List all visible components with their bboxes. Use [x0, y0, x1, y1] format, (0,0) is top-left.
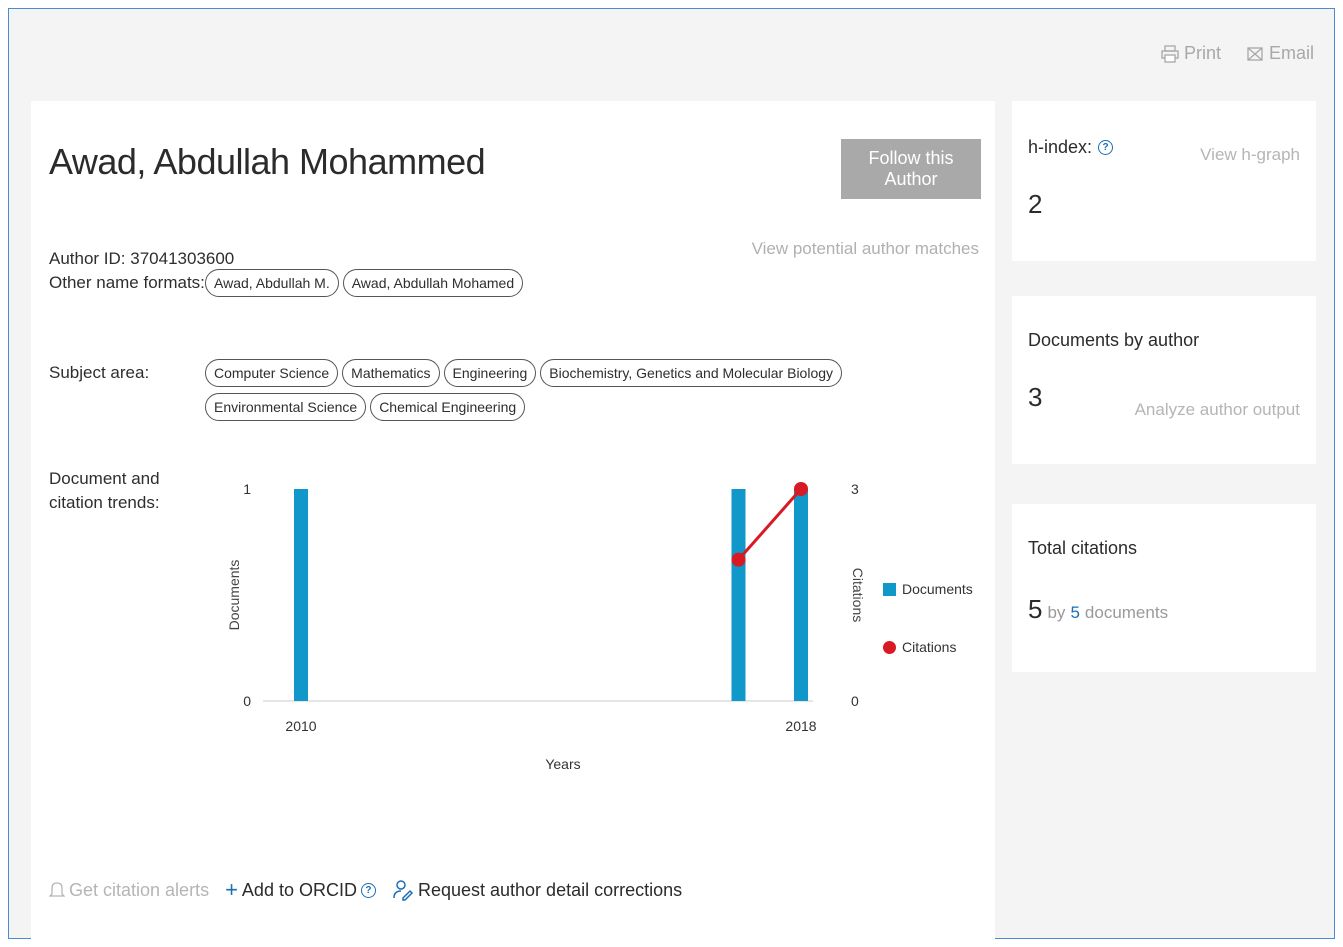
email-label: Email	[1268, 43, 1314, 63]
author-id: Author ID: 37041303600	[49, 249, 235, 268]
citations-value: 5	[1028, 594, 1043, 624]
chart-legend: Documents Citations	[883, 581, 973, 697]
top-actions: Print Email	[1160, 43, 1314, 64]
name-format-chip[interactable]: Awad, Abdullah Mohamed	[342, 269, 524, 297]
citations-docs-word: documents	[1084, 603, 1169, 622]
citations-docs-count[interactable]: 5	[1070, 603, 1079, 623]
profile-actions: Get citation alerts + Add to ORCID ? Req…	[49, 879, 682, 901]
print-button[interactable]: Print	[1160, 43, 1221, 64]
subject-chip[interactable]: Engineering	[443, 359, 537, 387]
trends-label-line1: Document and	[49, 469, 160, 488]
printer-icon	[1161, 44, 1179, 63]
h-index-title: h-index: ?	[1028, 137, 1114, 158]
page-frame: Print Email Awad, Abdullah Mohammed Foll…	[8, 8, 1335, 941]
y-right-axis-title: Citations	[850, 568, 866, 622]
legend-citations[interactable]: Citations	[883, 639, 973, 655]
citations-point	[731, 552, 746, 567]
request-corrections-link[interactable]: Request author detail corrections	[392, 879, 682, 901]
document-citation-chart: 1 0 3 0 Documents Citations 2010 2018 Years Docu…	[201, 461, 991, 791]
subject-chip[interactable]: Environmental Science	[205, 393, 367, 421]
documents-bar	[294, 489, 308, 701]
subject-chip[interactable]: Biochemistry, Genetics and Molecular Bio…	[540, 359, 843, 387]
x-tick-label: 2010	[285, 718, 316, 734]
y-left-tick-label: 0	[243, 693, 251, 709]
print-label: Print	[1183, 43, 1221, 63]
h-index-card: h-index: ? View h-graph 2	[1012, 101, 1316, 261]
author-profile-panel: Awad, Abdullah Mohammed Follow this Auth…	[31, 101, 995, 941]
add-to-orcid-link[interactable]: + Add to ORCID ?	[225, 877, 376, 902]
trends-label: Document and citation trends:	[49, 467, 160, 515]
citations-summary: 5 by 5 documents	[1028, 594, 1168, 625]
other-names-list: Awad, Abdullah M. Awad, Abdullah Mohamed	[205, 269, 985, 297]
user-edit-icon	[393, 880, 414, 901]
x-axis-title: Years	[545, 756, 580, 772]
documents-card: Documents by author 3 Analyze author out…	[1012, 296, 1316, 464]
orcid-label: Add to ORCID	[241, 879, 357, 900]
h-index-label: h-index:	[1028, 137, 1093, 157]
subject-area-list: Computer Science Mathematics Engineering…	[205, 359, 985, 421]
y-left-tick-label: 1	[243, 481, 251, 497]
documents-bar	[794, 489, 808, 701]
corrections-label: Request author detail corrections	[417, 879, 683, 900]
y-right-tick-label: 0	[851, 693, 859, 709]
legend-documents[interactable]: Documents	[883, 581, 973, 597]
documents-title: Documents by author	[1028, 330, 1200, 350]
other-names-label: Other name formats:	[49, 273, 205, 292]
legend-documents-label: Documents	[902, 581, 973, 597]
trends-label-line2: citation trends:	[49, 493, 160, 512]
citation-alerts-link[interactable]: Get citation alerts	[49, 880, 209, 901]
potential-matches-link[interactable]: View potential author matches	[752, 239, 979, 259]
y-left-axis-title: Documents	[226, 560, 242, 631]
citations-line	[737, 488, 803, 561]
documents-swatch	[883, 582, 896, 596]
bell-icon	[49, 882, 65, 897]
citations-card: Total citations 5 by 5 documents	[1012, 504, 1316, 672]
subject-chip[interactable]: Computer Science	[205, 359, 339, 387]
documents-bar	[731, 489, 746, 701]
h-index-value: 2	[1028, 189, 1043, 219]
trend-chart-svg: 1 0 3 0 Documents Citations 2010 2018 Years	[226, 481, 866, 772]
citation-alerts-label: Get citation alerts	[69, 879, 210, 900]
legend-citations-label: Citations	[902, 639, 957, 655]
plus-icon: +	[225, 877, 238, 902]
subject-area-label: Subject area:	[49, 363, 150, 382]
analyze-output-link[interactable]: Analyze author output	[1135, 400, 1300, 420]
citations-by: by	[1047, 603, 1066, 622]
citations-point	[794, 482, 808, 496]
view-h-graph-link[interactable]: View h-graph	[1200, 145, 1300, 165]
documents-value: 3	[1028, 382, 1043, 412]
follow-author-button[interactable]: Follow this Author	[841, 139, 981, 199]
citations-title: Total citations	[1028, 538, 1138, 558]
subject-chip[interactable]: Chemical Engineering	[370, 393, 526, 421]
help-icon[interactable]: ?	[360, 882, 376, 898]
citations-swatch	[883, 640, 896, 654]
author-name: Awad, Abdullah Mohammed	[49, 141, 486, 182]
subject-chip[interactable]: Mathematics	[342, 359, 440, 387]
name-format-chip[interactable]: Awad, Abdullah M.	[205, 269, 339, 297]
x-tick-label: 2018	[785, 718, 816, 734]
y-right-tick-label: 3	[851, 481, 859, 497]
envelope-icon	[1247, 46, 1263, 61]
help-icon[interactable]: ?	[1098, 140, 1114, 155]
email-button[interactable]: Email	[1245, 43, 1314, 64]
